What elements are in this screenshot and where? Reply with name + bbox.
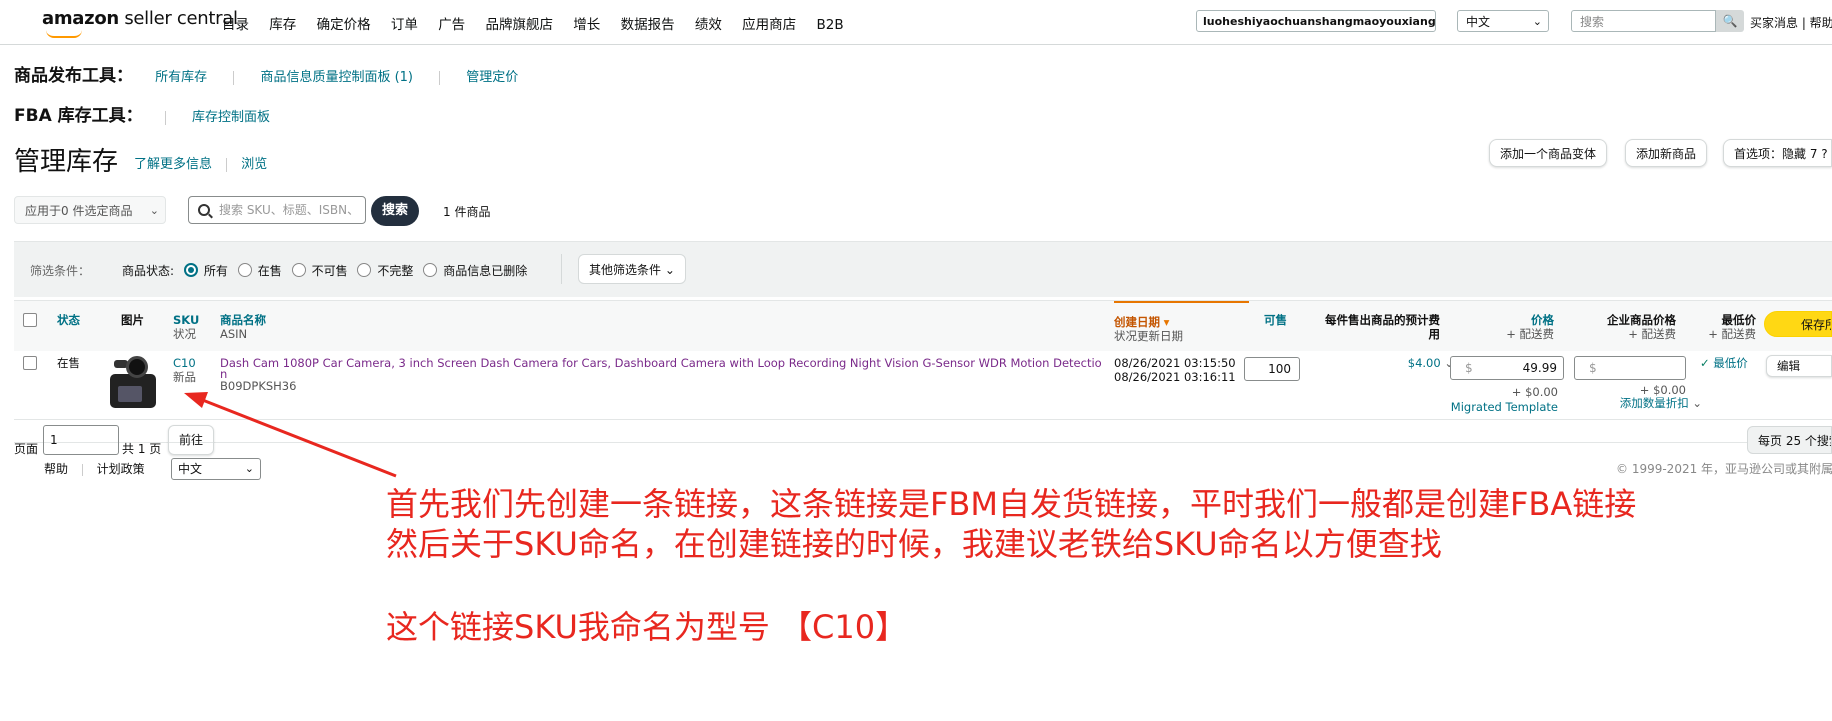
annotation-arrow [184, 392, 397, 478]
arrow-line [199, 397, 397, 478]
annotation-line-2: 然后关于SKU命名，在创建链接的时候，我建议老铁给SKU命名以方便查找 [386, 525, 1442, 563]
arrow-head [184, 392, 208, 408]
annotation-line-3: 这个链接SKU我命名为型号 【C10】 [386, 608, 908, 646]
annotation-line-1: 首先我们先创建一条链接，这条链接是FBM自发货链接，平时我们一般都是创建FBA链… [386, 485, 1637, 523]
